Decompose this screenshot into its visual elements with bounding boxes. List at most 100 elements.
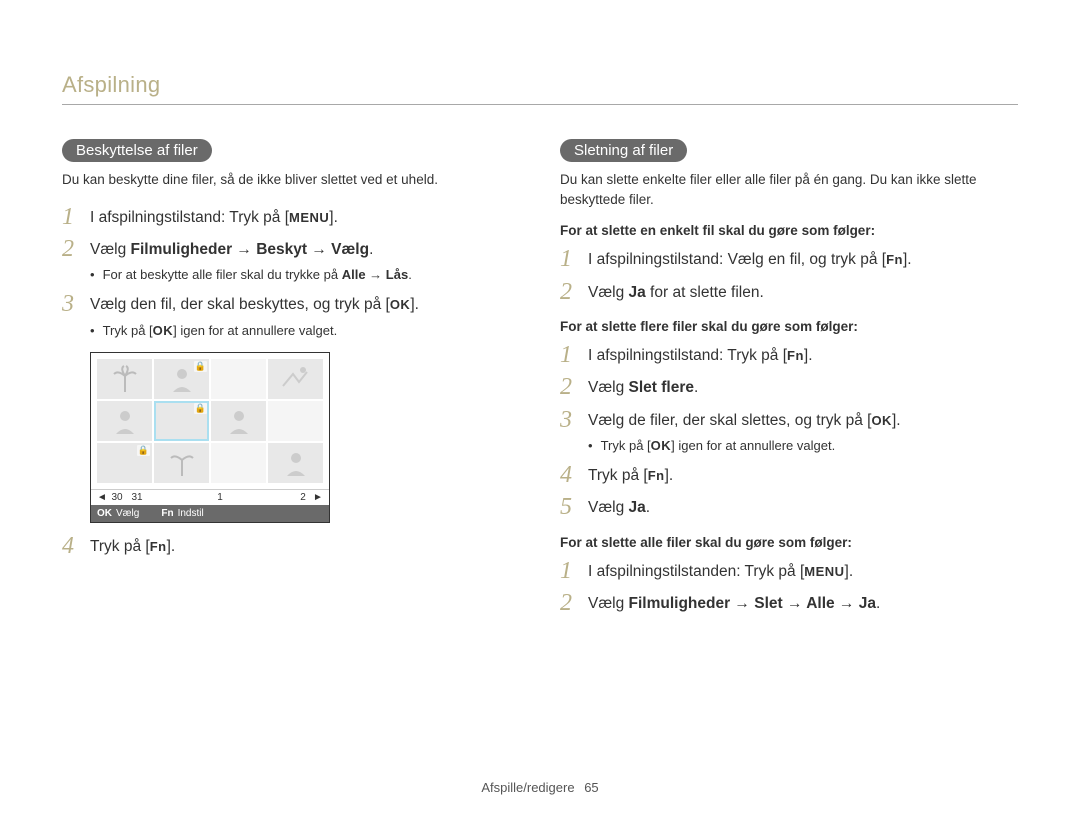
person-icon [224, 406, 254, 436]
fn-key-label: Fn [161, 508, 173, 519]
title-rule [62, 104, 1018, 105]
date-row: ◄ 30 31 1 2 ► [91, 489, 329, 505]
text: . [876, 595, 880, 612]
step-b4: 4 Tryk på [Fn]. [560, 462, 1018, 488]
section-title: Afspilning [62, 72, 1018, 98]
ok-key: OK [390, 295, 411, 315]
footer-label: Afspille/redigere [481, 780, 574, 795]
text: ]. [410, 296, 419, 313]
thumbnail [154, 443, 209, 483]
date: 30 [107, 492, 127, 503]
step-b2: 2 Vælg Slet flere. [560, 374, 1018, 400]
step-text: I afspilningstilstanden: Tryk på [MENU]. [588, 558, 1018, 583]
left-column: Beskyttelse af filer Du kan beskytte din… [62, 139, 520, 620]
status-row: OK Vælg Fn Indstil [91, 505, 329, 522]
fn-key: Fn [648, 466, 665, 486]
text: For at beskytte alle filer skal du trykk… [103, 267, 342, 282]
status-label: Indstil [178, 508, 204, 519]
text: ]. [804, 347, 813, 364]
step-number: 3 [560, 407, 588, 433]
step-2: 2 Vælg Filmuligheder → Beskyt → Vælg. [62, 236, 520, 262]
step-number: 1 [560, 558, 588, 584]
step-text: I afspilningstilstand: Tryk på [Fn]. [588, 342, 1018, 367]
text: . [369, 241, 373, 258]
thumbnail [268, 359, 323, 399]
text: Vælg [588, 284, 629, 301]
ok-key: OK [651, 437, 672, 456]
lock-icon: 🔒 [194, 361, 207, 372]
step-3: 3 Vælg den fil, der skal beskyttes, og t… [62, 291, 520, 317]
person-icon [167, 364, 197, 394]
text: Vælg den fil, der skal beskyttes, og try… [90, 296, 390, 313]
text: Vælg [588, 595, 629, 612]
text: Vælg [588, 499, 629, 516]
person-icon [281, 448, 311, 478]
text: Vælg [90, 241, 131, 258]
person-icon [110, 406, 140, 436]
palm-icon [167, 448, 197, 478]
thumbnail [211, 401, 266, 441]
step-b1: 1 I afspilningstilstand: Tryk på [Fn]. [560, 342, 1018, 368]
thumbnail [211, 359, 266, 399]
step-text: Vælg Ja. [588, 494, 1018, 519]
text: Vælg [588, 379, 629, 396]
text: ] igen for at annullere valget. [173, 323, 337, 338]
step-text: Vælg de filer, der skal slettes, og tryk… [588, 407, 1018, 432]
bold-text: Slet flere [629, 379, 694, 396]
lock-icon: 🔒 [137, 445, 150, 456]
step-1: 1 I afspilningstilstand: Tryk på [MENU]. [62, 204, 520, 230]
subhead-single: For at slette en enkelt fil skal du gøre… [560, 223, 1018, 238]
intro-protect: Du kan beskytte dine filer, så de ikke b… [62, 170, 520, 190]
text: Tryk på [ [90, 538, 150, 555]
step-text: Tryk på [Fn]. [588, 462, 1018, 487]
step-text: Vælg Ja for at slette filen. [588, 279, 1018, 304]
thumbnail [211, 443, 266, 483]
left-arrow-icon: ◄ [97, 492, 107, 503]
step-text: Vælg den fil, der skal beskyttes, og try… [90, 291, 520, 316]
ok-key: OK [871, 411, 892, 431]
step-number: 1 [560, 342, 588, 368]
ok-key: OK [153, 322, 174, 341]
step-number: 2 [62, 236, 90, 262]
step-number: 4 [560, 462, 588, 488]
intro-delete: Du kan slette enkelte filer eller alle f… [560, 170, 1018, 209]
content-columns: Beskyttelse af filer Du kan beskytte din… [62, 139, 1018, 620]
step-b3: 3 Vælg de filer, der skal slettes, og tr… [560, 407, 1018, 433]
text: . [408, 267, 412, 282]
step-a1: 1 I afspilningstilstand: Vælg en fil, og… [560, 246, 1018, 272]
step-c2: 2 Vælg Filmuligheder → Slet → Alle → Ja. [560, 590, 1018, 616]
text: . [694, 379, 698, 396]
lock-icon: 🔒 [194, 403, 207, 414]
bold-text: Filmuligheder → Beskyt → Vælg [131, 241, 370, 258]
step-number: 2 [560, 279, 588, 305]
text: Tryk på [ [588, 467, 648, 484]
bullet: Tryk på [OK] igen for at annullere valge… [90, 322, 520, 341]
subhead-all: For at slette alle filer skal du gøre so… [560, 535, 1018, 550]
step-text: I afspilningstilstand: Vælg en fil, og t… [588, 246, 1018, 271]
text: I afspilningstilstand: Vælg en fil, og t… [588, 251, 886, 268]
bold-text: Ja [629, 499, 646, 516]
step-number: 2 [560, 590, 588, 616]
date: 31 [127, 492, 147, 503]
thumbnail [97, 401, 152, 441]
step-text: Tryk på [Fn]. [90, 533, 520, 558]
text: ]. [845, 563, 854, 580]
step-number: 1 [560, 246, 588, 272]
bullet: For at beskytte alle filer skal du trykk… [90, 266, 520, 285]
subhead-multiple: For at slette flere filer skal du gøre s… [560, 319, 1018, 334]
thumbnail-selected: 🔒 [154, 401, 209, 441]
date: 1 [210, 492, 230, 503]
text: I afspilningstilstand: Tryk på [ [588, 347, 787, 364]
step-4: 4 Tryk på [Fn]. [62, 533, 520, 559]
menu-key: MENU [804, 562, 844, 582]
step-text: Vælg Filmuligheder → Slet → Alle → Ja. [588, 590, 1018, 615]
text: for at slette filen. [646, 284, 764, 301]
thumbnail: 🔒 [154, 359, 209, 399]
step-number: 4 [62, 533, 90, 559]
step-a2: 2 Vælg Ja for at slette filen. [560, 279, 1018, 305]
pill-delete-files: Sletning af filer [560, 139, 687, 162]
bold-text: Ja [629, 284, 646, 301]
step-c1: 1 I afspilningstilstanden: Tryk på [MENU… [560, 558, 1018, 584]
step-text: Vælg Filmuligheder → Beskyt → Vælg. [90, 236, 520, 261]
pill-protect-files: Beskyttelse af filer [62, 139, 212, 162]
